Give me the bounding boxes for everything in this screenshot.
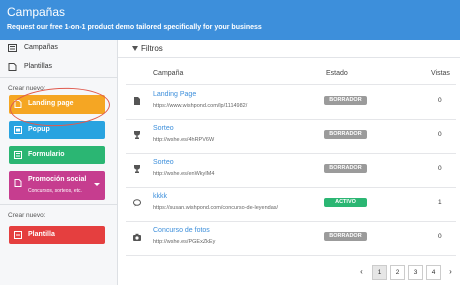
campaign-name-link[interactable]: Landing Page (153, 91, 196, 98)
templates-icon (8, 63, 17, 71)
campaign-name-link[interactable]: Sorteo (153, 159, 174, 166)
social-promo-button[interactable]: Promoción social Concursos, sorteos, etc… (9, 171, 105, 200)
campaign-list-panel: Filtros Campaña Estado Vistas Landing Pa… (118, 40, 460, 285)
top-banner: Campañas Request our free 1-on-1 product… (0, 0, 460, 40)
pagination-prev[interactable]: ‹ (354, 265, 369, 280)
status-badge: BORRADOR (324, 232, 367, 241)
sidebar-item-label: Campañas (24, 44, 58, 51)
panel-divider (118, 57, 460, 58)
table-row[interactable]: Sorteo http://wshe.es/enWkyIM4 BORRADOR … (118, 154, 460, 187)
form-button[interactable]: Formulario (9, 146, 105, 164)
pagination-next[interactable]: › (443, 265, 458, 280)
campaign-url: http://wshe.es/PGExZkEy (153, 239, 216, 245)
template-icon (14, 231, 22, 239)
status-badge: BORRADOR (324, 96, 367, 105)
table-divider (126, 255, 456, 256)
sidebar-item-label: Plantillas (24, 63, 53, 70)
views-count: 0 (438, 97, 442, 104)
campaign-url: http://wshe.es/4hRPV6W (153, 137, 215, 143)
social-promo-icon (14, 179, 22, 187)
sidebar-divider (0, 77, 118, 78)
sidebar-item-templates[interactable]: Plantillas (0, 59, 118, 77)
status-badge: BORRADOR (324, 164, 367, 173)
popup-label: Popup (28, 126, 50, 133)
filter-icon (132, 46, 138, 52)
trophy-icon (134, 131, 140, 139)
document-icon (134, 97, 140, 105)
campaign-name-link[interactable]: Concurso de fotos (153, 227, 210, 234)
filter-label: Filtros (141, 44, 163, 53)
template-button[interactable]: Plantilla (9, 226, 105, 244)
table-row[interactable]: Concurso de fotos http://wshe.es/PGExZkE… (118, 222, 460, 255)
views-count: 0 (438, 131, 442, 138)
create-new-label: Crear nuevo: (8, 212, 46, 219)
campaign-url: https://www.wishpond.com/lp/1114982/ (153, 103, 248, 109)
social-promo-sublabel: Concursos, sorteos, etc. (28, 188, 82, 194)
template-label: Plantilla (28, 231, 55, 238)
column-header-status[interactable]: Estado (326, 70, 348, 77)
form-icon (14, 151, 22, 159)
sidebar: Campañas Plantillas Crear nuevo: Landing… (0, 40, 118, 285)
chevron-down-icon[interactable] (94, 183, 100, 186)
views-count: 0 (438, 165, 442, 172)
page-button-2[interactable]: 2 (390, 265, 405, 280)
page-button-1[interactable]: 1 (372, 265, 387, 280)
popup-icon (14, 126, 22, 134)
table-divider (126, 84, 456, 85)
column-header-views[interactable]: Vistas (431, 70, 450, 77)
campaigns-icon (8, 44, 17, 52)
sidebar-divider (0, 204, 118, 205)
demo-banner-link[interactable]: Request our free 1-on-1 product demo tai… (7, 24, 262, 31)
page-title: Campañas (7, 5, 66, 19)
table-row[interactable]: Sorteo http://wshe.es/4hRPV6W BORRADOR 0 (118, 120, 460, 153)
column-header-campaign[interactable]: Campaña (153, 70, 183, 77)
sidebar-item-campaigns[interactable]: Campañas (0, 40, 118, 58)
social-promo-label: Promoción social (28, 176, 87, 183)
page-button-3[interactable]: 3 (408, 265, 423, 280)
campaign-url: http://wshe.es/enWkyIM4 (153, 171, 215, 177)
comment-icon (133, 199, 141, 207)
table-row[interactable]: kkkk https://susan.wishpond.com/concurso… (118, 188, 460, 221)
status-badge: ACTIVO (324, 198, 367, 207)
campaign-name-link[interactable]: kkkk (153, 193, 167, 200)
views-count: 0 (438, 233, 442, 240)
views-count: 1 (438, 199, 442, 206)
camera-icon (133, 233, 141, 241)
status-badge: BORRADOR (324, 130, 367, 139)
filter-toggle[interactable]: Filtros (132, 44, 163, 53)
table-row[interactable]: Landing Page https://www.wishpond.com/lp… (118, 86, 460, 119)
trophy-icon (134, 165, 140, 173)
campaign-url: https://susan.wishpond.com/concurso-de-l… (153, 205, 279, 211)
form-label: Formulario (28, 151, 65, 158)
campaign-name-link[interactable]: Sorteo (153, 125, 174, 132)
page-button-4[interactable]: 4 (426, 265, 441, 280)
